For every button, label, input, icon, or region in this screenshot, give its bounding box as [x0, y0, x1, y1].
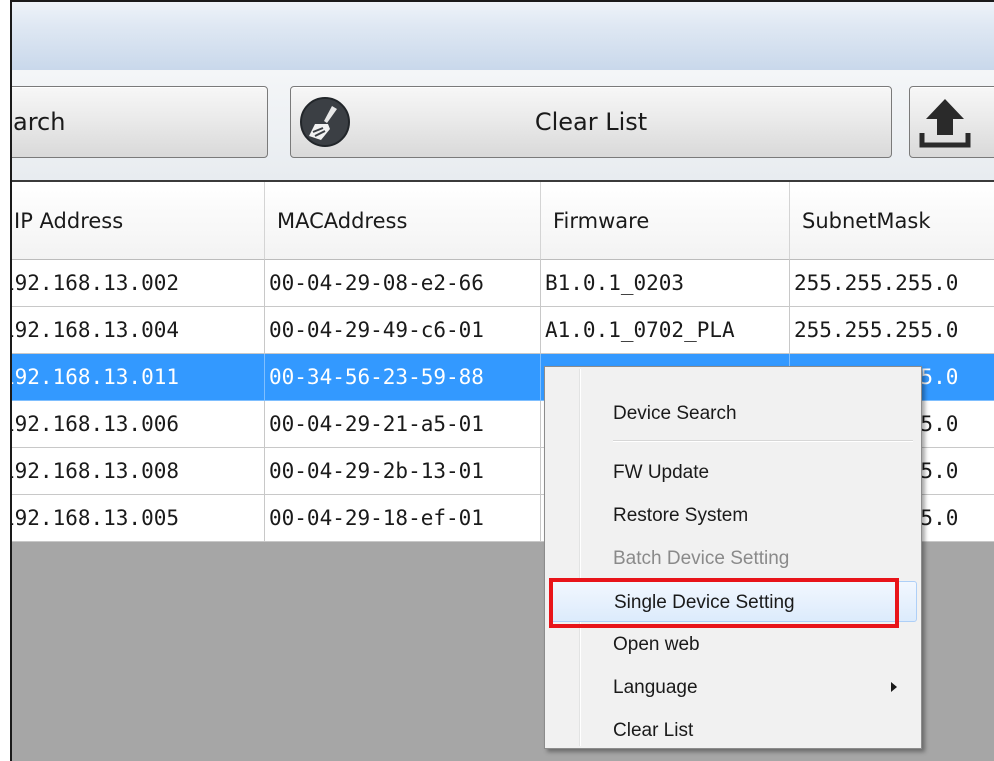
title-bar: [12, 2, 994, 70]
subnet-cell: 255.255.255.0: [790, 307, 994, 354]
upload-icon: [919, 99, 971, 148]
mac-cell: 00-04-29-2b-13-01: [265, 448, 541, 495]
menu-item-fw-update[interactable]: FW Update: [549, 452, 917, 493]
mac-cell: 00-34-56-23-59-88: [265, 354, 541, 401]
menu-item-clear-list[interactable]: Clear List: [549, 710, 917, 751]
menu-item-device-search[interactable]: Device Search: [549, 393, 917, 434]
firmware-cell: B1.0.1_0203: [541, 260, 790, 307]
ip-cell: 192.168.13.005: [12, 495, 265, 542]
app-window: arch Clear List IP Address MACAddress Fi…: [10, 0, 994, 761]
menu-item-open-web[interactable]: Open web: [549, 624, 917, 665]
column-header-mac-address[interactable]: MACAddress: [265, 182, 541, 260]
mac-cell: 00-04-29-18-ef-01: [265, 495, 541, 542]
ip-cell: 192.168.13.002: [12, 260, 265, 307]
clear-list-label: Clear List: [534, 108, 648, 136]
upload-button[interactable]: [909, 86, 994, 158]
device-search-button[interactable]: arch: [12, 86, 268, 158]
header-label: MACAddress: [277, 209, 408, 233]
device-search-label: arch: [13, 108, 66, 136]
submenu-arrow-icon: [891, 682, 897, 692]
column-header-ip-address[interactable]: IP Address: [12, 182, 265, 260]
header-label: Firmware: [553, 209, 650, 233]
highlight-annotation-box: [549, 578, 899, 628]
header-label: SubnetMask: [802, 209, 931, 233]
menu-separator: [613, 440, 913, 442]
firmware-cell: A1.0.1_0702_PLA: [541, 307, 790, 354]
ip-cell: 192.168.13.011: [12, 354, 265, 401]
column-header-firmware[interactable]: Firmware: [541, 182, 790, 260]
menu-item-language[interactable]: Language: [549, 667, 917, 708]
menu-item-restore-system[interactable]: Restore System: [549, 495, 917, 536]
mac-cell: 00-04-29-49-c6-01: [265, 307, 541, 354]
context-menu: Device Search FW Update Restore System B…: [544, 366, 922, 749]
ip-cell: 192.168.13.004: [12, 307, 265, 354]
table-row[interactable]: 192.168.13.004 00-04-29-49-c6-01 A1.0.1_…: [12, 307, 994, 354]
mac-cell: 00-04-29-21-a5-01: [265, 401, 541, 448]
toolbar: arch Clear List: [12, 70, 994, 182]
table-row[interactable]: 192.168.13.002 00-04-29-08-e2-66 B1.0.1_…: [12, 260, 994, 307]
menu-item-batch-device-setting: Batch Device Setting: [613, 548, 790, 569]
ip-cell: 192.168.13.006: [12, 401, 265, 448]
clear-list-button[interactable]: Clear List: [290, 86, 892, 158]
ip-cell: 192.168.13.008: [12, 448, 265, 495]
menu-item-language-label: Language: [613, 677, 698, 698]
header-label: IP Address: [14, 209, 124, 233]
column-header-subnet-mask[interactable]: SubnetMask: [790, 182, 994, 260]
mac-cell: 00-04-29-08-e2-66: [265, 260, 541, 307]
subnet-cell: 255.255.255.0: [790, 260, 994, 307]
